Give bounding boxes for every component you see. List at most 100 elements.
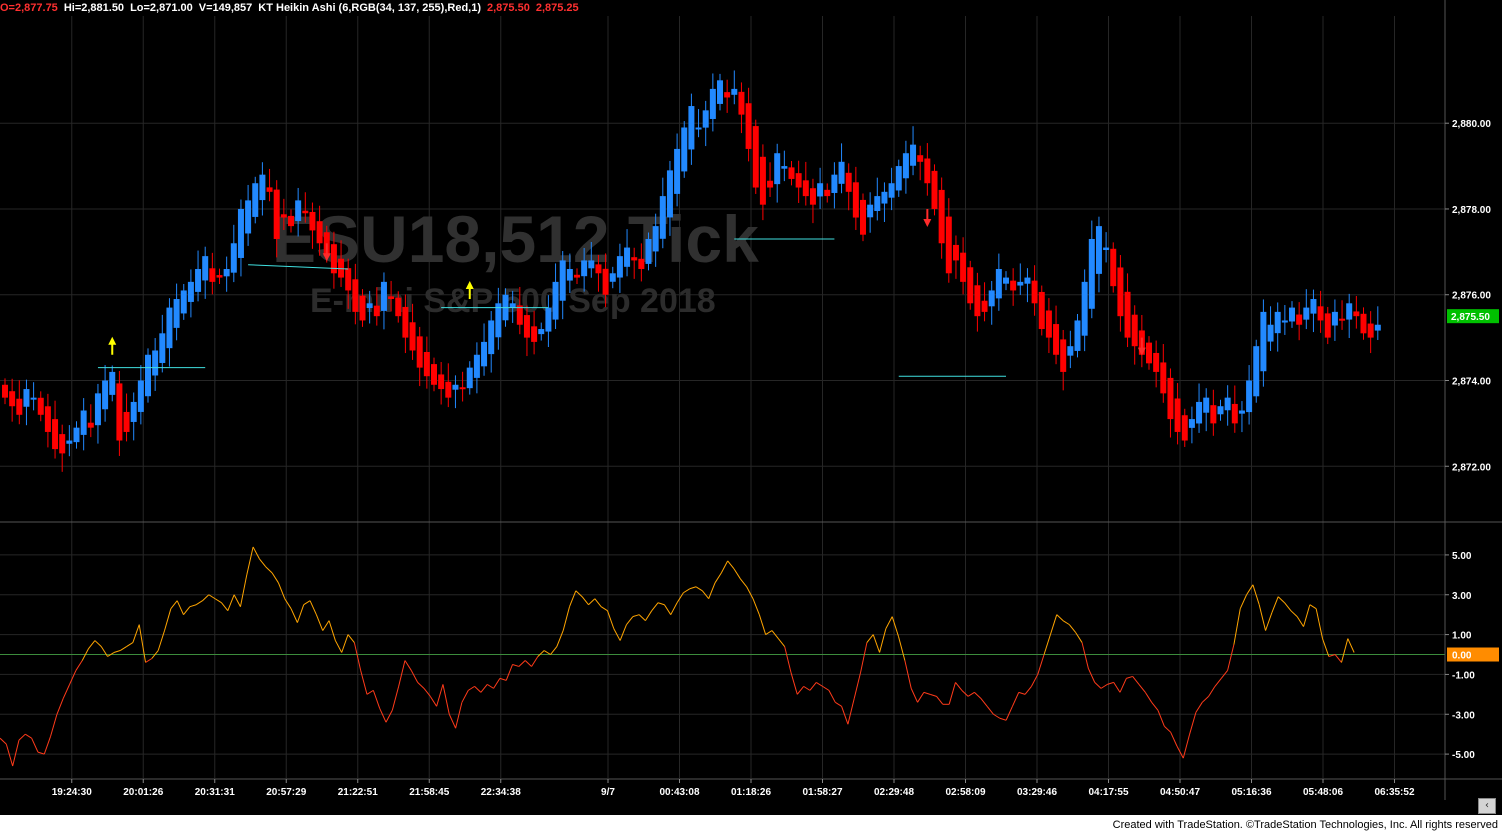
- candle-body: [1374, 324, 1381, 331]
- candle-body: [981, 300, 988, 312]
- candle-body: [945, 216, 952, 274]
- candle-body: [302, 210, 309, 214]
- candle-body: [216, 275, 223, 278]
- time-tick-label: 01:18:26: [731, 787, 771, 798]
- candle-body: [666, 170, 673, 218]
- candle-body: [1238, 410, 1245, 414]
- candle-body: [1181, 415, 1188, 441]
- candle-body: [295, 200, 302, 222]
- time-tick-label: 21:58:45: [409, 787, 449, 798]
- candle-body: [659, 196, 666, 239]
- candle-body: [316, 221, 323, 244]
- time-tick-label: 02:58:09: [945, 787, 985, 798]
- candle-body: [237, 208, 244, 258]
- candle-body: [259, 174, 266, 201]
- time-tick-label: 20:57:29: [266, 787, 306, 798]
- price-tick-label: 2,874.00: [1452, 376, 1491, 387]
- candle-body: [559, 260, 566, 301]
- candle-body: [245, 200, 252, 234]
- candle-body: [1081, 281, 1088, 336]
- candle-body: [695, 127, 702, 130]
- candle-body: [445, 381, 452, 398]
- candle-body: [1153, 352, 1160, 372]
- candle-body: [252, 183, 259, 217]
- candle-body: [452, 384, 459, 390]
- candle-body: [473, 354, 480, 378]
- candle-body: [1360, 313, 1367, 334]
- candle-body: [867, 204, 874, 218]
- candle-body: [552, 281, 559, 320]
- candle-body: [566, 269, 573, 281]
- candle-body: [1274, 311, 1281, 334]
- candle-body: [1088, 238, 1095, 309]
- candle-body: [123, 411, 130, 432]
- candle-body: [624, 247, 631, 267]
- header-high: Hi=2,881.50: [63, 2, 125, 14]
- candle-body: [159, 333, 166, 363]
- candle-body: [1324, 313, 1331, 338]
- candle-body: [1346, 303, 1353, 320]
- candle-body: [288, 215, 294, 227]
- candle-body: [952, 244, 959, 261]
- candle-body: [709, 88, 716, 119]
- candle-body: [809, 188, 816, 205]
- candle-body: [788, 167, 795, 179]
- candle-body: [1253, 346, 1260, 397]
- osc-tick-label: -5.00: [1452, 750, 1475, 761]
- price-tick-label: 2,876.00: [1452, 291, 1491, 302]
- candle-body: [423, 352, 430, 377]
- candle-body: [574, 274, 580, 278]
- candle-body: [1353, 311, 1360, 317]
- candle-body: [1210, 405, 1217, 424]
- candle-body: [1231, 403, 1238, 424]
- time-tick-label: 05:48:06: [1303, 787, 1343, 798]
- candle-body: [80, 410, 87, 435]
- candle-body: [345, 268, 352, 291]
- candle-body: [781, 166, 788, 169]
- candle-body: [902, 153, 909, 179]
- candle-body: [924, 158, 931, 184]
- scroll-right-icon[interactable]: ‹: [1478, 798, 1496, 814]
- candle-body: [388, 296, 395, 300]
- candle-body: [1296, 314, 1303, 325]
- candle-body: [967, 267, 974, 304]
- candle-body: [881, 191, 888, 204]
- candle-body: [516, 305, 523, 325]
- candle-body: [409, 322, 416, 351]
- candle-body: [845, 172, 852, 192]
- candle-body: [645, 238, 652, 264]
- candle-body: [1031, 280, 1038, 304]
- candle-body: [1060, 339, 1067, 372]
- candle-body: [531, 326, 538, 342]
- candle-body: [759, 156, 766, 205]
- candle-body: [273, 189, 280, 239]
- candle-body: [1146, 342, 1152, 364]
- candle-body: [459, 387, 466, 390]
- candle-body: [1124, 291, 1131, 338]
- candle-body: [681, 127, 688, 172]
- candle-body: [130, 401, 137, 422]
- candle-body: [223, 269, 230, 277]
- time-tick-label: 06:35:52: [1374, 787, 1414, 798]
- osc-tick-label: 5.00: [1452, 551, 1472, 562]
- candle-body: [1038, 291, 1045, 330]
- candle-body: [30, 397, 37, 400]
- header-value-1: 2,875.50: [487, 2, 530, 14]
- candle-body: [102, 380, 109, 410]
- candle-body: [509, 303, 516, 308]
- candle-body: [717, 80, 723, 104]
- time-tick-label: 19:24:30: [52, 787, 92, 798]
- candle-body: [874, 196, 881, 211]
- candle-body: [1003, 277, 1009, 284]
- candle-body: [1267, 324, 1274, 342]
- candle-body: [1310, 299, 1317, 314]
- candle-body: [373, 305, 380, 317]
- header-low: Lo=2,871.00: [130, 2, 193, 14]
- candle-body: [9, 391, 16, 407]
- candle-body: [1017, 281, 1024, 286]
- candle-body: [352, 279, 359, 312]
- candle-body: [37, 397, 44, 415]
- candle-body: [638, 258, 645, 269]
- osc-tick-label: -3.00: [1452, 710, 1475, 721]
- candle-body: [395, 297, 402, 317]
